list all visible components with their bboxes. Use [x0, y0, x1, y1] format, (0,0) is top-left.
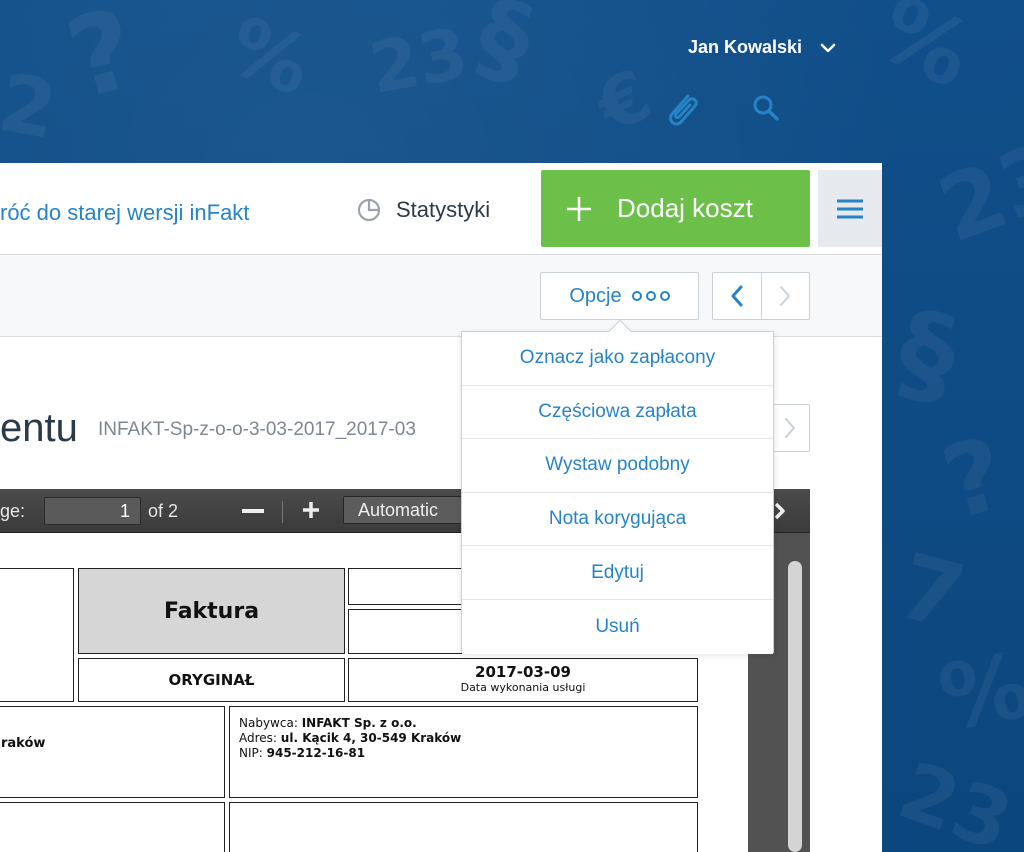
- address-value: ul. Kącik 4, 30-549 Kraków: [280, 731, 462, 745]
- toolbar-separator: [282, 501, 283, 523]
- page-count: of 2: [148, 501, 179, 521]
- menu-item-delete[interactable]: Usuń: [462, 599, 773, 654]
- page-label: ge:: [0, 501, 26, 521]
- hamburger-icon: [837, 199, 863, 218]
- statistics-label: Statystyki: [396, 197, 491, 222]
- more-dots-icon: [631, 291, 670, 301]
- invoice-buyer-cell: Nabywca: INFAKT Sp. z o.o. Adres: ul. Ką…: [229, 706, 698, 798]
- pie-chart-icon: [357, 198, 381, 222]
- toolbar-more-button[interactable]: [773, 501, 787, 526]
- add-cost-label: Dodaj koszt: [617, 193, 753, 223]
- menu-item-correction-note[interactable]: Nota korygująca: [462, 492, 773, 547]
- user-name: Jan Kowalski: [688, 37, 803, 57]
- invoice-address-line: Adres: ul. Kącik 4, 30-549 Kraków: [239, 731, 697, 746]
- invoice-original-label: ORYGINAŁ: [168, 671, 255, 689]
- chevron-left-icon: [731, 285, 743, 307]
- zoom-in-button[interactable]: [300, 499, 322, 526]
- hamburger-menu-button[interactable]: [818, 170, 882, 247]
- plus-icon: [303, 502, 319, 518]
- page-number-input[interactable]: [44, 497, 141, 525]
- invoice-service-date-cell: 2017-03-09 Data wykonania usługi: [348, 658, 698, 702]
- buyer-name: INFAKT Sp. z o.o.: [301, 716, 417, 730]
- document-title: entu: [0, 406, 78, 450]
- chevron-right-icon: [785, 418, 795, 438]
- search-icon[interactable]: [751, 93, 781, 128]
- document-pager: [712, 272, 810, 320]
- document-filename: INFAKT-Sp-z-o-o-3-03-2017_2017-03: [98, 419, 416, 440]
- invoice-service-date-label: Data wykonania usługi: [460, 681, 586, 694]
- invoice-lower-right-cell: [229, 802, 698, 852]
- invoice-seller-city: raków: [1, 736, 46, 751]
- user-menu[interactable]: Jan Kowalski: [688, 37, 836, 58]
- invoice-seller-cell: raków: [0, 706, 225, 798]
- options-button[interactable]: Opcje: [540, 272, 699, 320]
- double-chevron-right-icon: [774, 502, 785, 520]
- paperclip-icon[interactable]: [662, 88, 704, 135]
- next-document-button[interactable]: [760, 273, 810, 319]
- back-to-old-version-link[interactable]: róć do starej wersji inFakt: [0, 200, 249, 226]
- invoice-nip-line: NIP: 945-212-16-81: [239, 746, 697, 761]
- chevron-down-icon: [820, 43, 836, 52]
- options-dropdown: Oznacz jako zapłacony Częściowa zapłata …: [461, 319, 774, 654]
- chevron-right-icon: [780, 286, 791, 306]
- menu-item-partial-payment[interactable]: Częściowa zapłata: [462, 385, 773, 440]
- previous-document-button[interactable]: [713, 273, 761, 319]
- pdf-scrollbar[interactable]: [788, 561, 802, 852]
- zoom-out-button[interactable]: [242, 509, 264, 513]
- invoice-title-cell: Faktura: [78, 568, 345, 654]
- invoice-lower-left-cell: [0, 802, 225, 852]
- nip-label: NIP:: [239, 746, 263, 760]
- invoice-original-cell: ORYGINAŁ: [78, 658, 345, 702]
- options-label: Opcje: [569, 284, 622, 307]
- menu-item-mark-paid[interactable]: Oznacz jako zapłacony: [462, 332, 773, 386]
- next-page-button[interactable]: [770, 404, 810, 452]
- nip-value: 945-212-16-81: [266, 746, 366, 760]
- invoice-title: Faktura: [163, 598, 260, 624]
- plus-icon: [567, 196, 591, 221]
- statistics-link[interactable]: Statystyki: [356, 197, 490, 223]
- invoice-seller-logo-cell: [0, 568, 74, 702]
- add-cost-button[interactable]: Dodaj koszt: [541, 170, 810, 247]
- invoice-service-date: 2017-03-09: [475, 663, 571, 681]
- invoice-buyer-line: Nabywca: INFAKT Sp. z o.o.: [239, 716, 697, 731]
- top-bar: róć do starej wersji inFakt Statystyki D…: [0, 163, 882, 255]
- address-label: Adres:: [239, 731, 277, 745]
- buyer-label: Nabywca:: [239, 716, 298, 730]
- menu-item-create-similar[interactable]: Wystaw podobny: [462, 439, 773, 493]
- menu-item-edit[interactable]: Edytuj: [462, 546, 773, 600]
